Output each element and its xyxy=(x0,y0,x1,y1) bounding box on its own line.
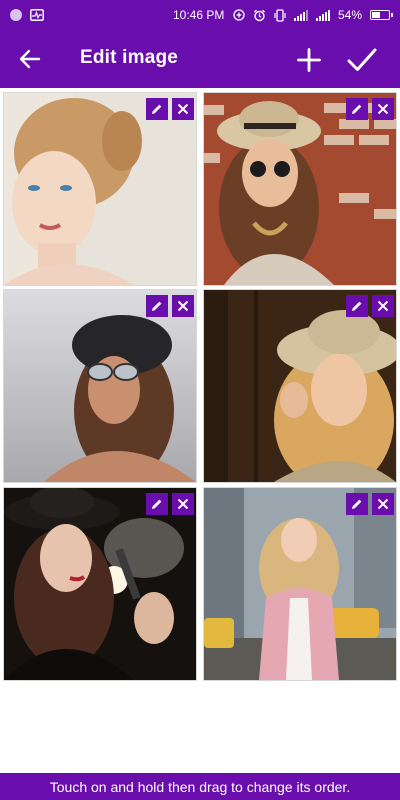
photo-woman-straw-hat-brick-wall xyxy=(204,93,396,285)
reorder-hint-bar: Touch on and hold then drag to change it… xyxy=(0,773,400,800)
status-left-icons xyxy=(10,9,44,21)
photo-woman-pink-coat-street xyxy=(204,488,396,680)
page-title: Edit image xyxy=(80,47,179,68)
close-icon xyxy=(177,498,189,510)
remove-image-button[interactable] xyxy=(172,98,194,120)
photo-woman-beanie-sunglasses xyxy=(4,290,196,482)
edit-image-button[interactable] xyxy=(146,98,168,120)
close-icon xyxy=(177,103,189,115)
battery-icon xyxy=(370,10,393,20)
status-time: 10:46 PM xyxy=(173,8,225,22)
edit-image-button[interactable] xyxy=(146,493,168,515)
done-button[interactable] xyxy=(344,42,380,78)
remove-image-button[interactable] xyxy=(172,493,194,515)
arrow-left-icon xyxy=(19,49,41,69)
image-tile[interactable] xyxy=(4,93,196,285)
edit-image-button[interactable] xyxy=(346,493,368,515)
edit-image-button[interactable] xyxy=(346,98,368,120)
vibrate-icon xyxy=(274,8,286,22)
image-tile[interactable] xyxy=(204,93,396,285)
check-icon xyxy=(347,48,377,71)
plus-icon xyxy=(297,48,321,72)
add-image-button[interactable] xyxy=(292,43,326,77)
close-icon xyxy=(377,300,389,312)
pencil-icon xyxy=(352,104,362,114)
remove-image-button[interactable] xyxy=(372,295,394,317)
status-right-icons: 54% xyxy=(233,8,393,22)
pencil-icon xyxy=(152,499,162,509)
image-tile[interactable] xyxy=(4,488,196,680)
activity-icon xyxy=(30,9,44,21)
data-saver-icon xyxy=(233,9,245,21)
battery-percent: 54% xyxy=(337,8,362,22)
photo-woman-hat-wooden-wall xyxy=(204,290,396,482)
alarm-icon xyxy=(254,9,265,21)
photo-woman-black-hat-vaping xyxy=(4,488,196,680)
photo-woman-curly-updo xyxy=(4,93,196,285)
battery-fill xyxy=(372,12,380,18)
app-bar: Edit image xyxy=(0,30,400,88)
close-icon xyxy=(377,498,389,510)
pencil-icon xyxy=(152,301,162,311)
signal-icon xyxy=(293,9,308,21)
pencil-icon xyxy=(152,104,162,114)
reorder-hint-text: Touch on and hold then drag to change it… xyxy=(49,778,351,795)
remove-image-button[interactable] xyxy=(172,295,194,317)
remove-image-button[interactable] xyxy=(372,98,394,120)
remove-image-button[interactable] xyxy=(372,493,394,515)
pencil-icon xyxy=(352,301,362,311)
image-tile[interactable] xyxy=(4,290,196,482)
back-button[interactable] xyxy=(14,44,46,74)
signal-icon xyxy=(315,9,330,21)
status-bar: 10:46 PM 54% xyxy=(0,0,400,30)
notification-dot-icon xyxy=(10,9,22,21)
close-icon xyxy=(377,103,389,115)
image-grid xyxy=(0,88,400,683)
image-tile[interactable] xyxy=(204,290,396,482)
image-tile[interactable] xyxy=(204,488,396,680)
pencil-icon xyxy=(352,499,362,509)
edit-image-button[interactable] xyxy=(346,295,368,317)
close-icon xyxy=(177,300,189,312)
edit-image-button[interactable] xyxy=(146,295,168,317)
